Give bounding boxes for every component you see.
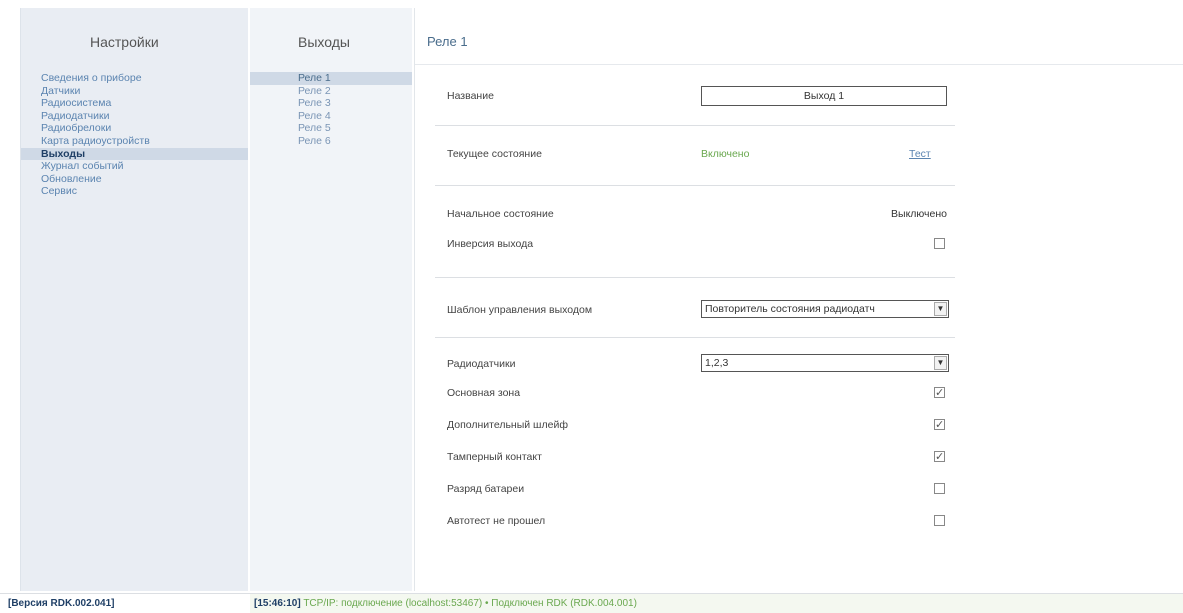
- template-group: Шаблон управления выходом Повторитель со…: [435, 278, 955, 338]
- sensors-select-value: 1,2,3: [705, 357, 729, 369]
- selftest-failed-checkbox[interactable]: [934, 515, 945, 526]
- name-group: Название Выход 1: [435, 72, 955, 126]
- settings-item-service[interactable]: Сервис: [21, 185, 248, 198]
- settings-title: Настройки: [90, 34, 159, 50]
- current-state-row: Текущее состояние Включено Тест: [447, 144, 955, 164]
- option-label: Основная зона: [447, 387, 521, 399]
- outputs-menu: Реле 1 Реле 2 Реле 3 Реле 4 Реле 5 Реле …: [250, 72, 412, 148]
- name-label: Название: [447, 90, 494, 102]
- log-time: [15:46:10]: [254, 598, 301, 609]
- template-select-value: Повторитель состояния радиодатч: [705, 303, 875, 315]
- initial-state-label: Начальное состояние: [447, 208, 554, 220]
- log-message: TCP/IP: подключение (localhost:53467) • …: [303, 598, 637, 609]
- outputs-item-relay-6[interactable]: Реле 6: [250, 135, 412, 148]
- initial-state-value[interactable]: Выключено: [891, 204, 947, 224]
- inversion-checkbox[interactable]: [934, 238, 945, 249]
- relay-detail-panel: Реле 1 Название Выход 1 Текущее состояни…: [414, 8, 1183, 591]
- settings-menu: Сведения о приборе Датчики Радиосистема …: [21, 72, 248, 198]
- connection-log: [15:46:10] TCP/IP: подключение (localhos…: [250, 594, 1183, 613]
- chevron-down-icon[interactable]: ▼: [934, 302, 947, 316]
- outputs-item-relay-3[interactable]: Реле 3: [250, 97, 412, 110]
- outputs-title: Выходы: [298, 34, 350, 50]
- settings-item-sensors[interactable]: Датчики: [21, 85, 248, 98]
- option-label: Тамперный контакт: [447, 451, 542, 463]
- settings-item-radio-sensors[interactable]: Радиодатчики: [21, 110, 248, 123]
- name-row: Название Выход 1: [447, 86, 955, 106]
- settings-panel: Настройки Сведения о приборе Датчики Рад…: [20, 8, 248, 591]
- sensors-group: Радиодатчики 1,2,3 ▼ Основная зона Допол…: [435, 338, 955, 538]
- option-label: Разряд батареи: [447, 483, 525, 495]
- current-state-group: Текущее состояние Включено Тест: [435, 126, 955, 186]
- settings-item-device-info[interactable]: Сведения о приборе: [21, 72, 248, 85]
- version-label: [Версия RDK.002.041]: [8, 598, 115, 609]
- inversion-row: Инверсия выхода: [447, 234, 955, 254]
- option-row: Тамперный контакт: [447, 447, 955, 467]
- battery-low-checkbox[interactable]: [934, 483, 945, 494]
- template-row: Шаблон управления выходом Повторитель со…: [447, 300, 955, 320]
- option-row: Разряд батареи: [447, 479, 955, 499]
- option-label: Автотест не прошел: [447, 515, 546, 527]
- status-bar: [Версия RDK.002.041] [15:46:10] TCP/IP: …: [0, 593, 1183, 613]
- test-link[interactable]: Тест: [909, 144, 931, 164]
- outputs-item-relay-5[interactable]: Реле 5: [250, 122, 412, 135]
- main-zone-checkbox[interactable]: [934, 383, 945, 403]
- current-state-label: Текущее состояние: [447, 148, 542, 160]
- title-divider: [415, 64, 1183, 65]
- outputs-panel: Выходы Реле 1 Реле 2 Реле 3 Реле 4 Реле …: [250, 8, 412, 591]
- outputs-item-relay-4[interactable]: Реле 4: [250, 110, 412, 123]
- settings-item-outputs[interactable]: Выходы: [21, 147, 248, 161]
- page-title: Реле 1: [427, 34, 468, 49]
- initial-state-row: Начальное состояние Выключено: [447, 204, 955, 224]
- name-input[interactable]: Выход 1: [701, 86, 947, 106]
- settings-item-event-log[interactable]: Журнал событий: [21, 160, 248, 173]
- option-row: Дополнительный шлейф: [447, 415, 955, 435]
- option-row: Основная зона: [447, 383, 955, 403]
- chevron-down-icon[interactable]: ▼: [934, 356, 947, 370]
- current-state-value: Включено: [701, 148, 750, 160]
- settings-item-radio-system[interactable]: Радиосистема: [21, 97, 248, 110]
- relay-form: Название Выход 1 Текущее состояние Включ…: [435, 72, 955, 538]
- sensors-select[interactable]: 1,2,3 ▼: [701, 354, 949, 372]
- tamper-checkbox[interactable]: [934, 447, 945, 467]
- extra-loop-checkbox[interactable]: [934, 415, 945, 435]
- inversion-label: Инверсия выхода: [447, 238, 534, 250]
- option-label: Дополнительный шлейф: [447, 419, 568, 431]
- sensors-label: Радиодатчики: [447, 358, 516, 370]
- sensors-row: Радиодатчики 1,2,3 ▼: [447, 354, 955, 374]
- outputs-item-relay-2[interactable]: Реле 2: [250, 85, 412, 98]
- outputs-item-relay-1[interactable]: Реле 1: [250, 72, 412, 85]
- template-label: Шаблон управления выходом: [447, 304, 593, 316]
- initial-state-group: Начальное состояние Выключено Инверсия в…: [435, 186, 955, 278]
- template-select[interactable]: Повторитель состояния радиодатч ▼: [701, 300, 949, 318]
- settings-item-update[interactable]: Обновление: [21, 173, 248, 186]
- settings-item-radio-map[interactable]: Карта радиоустройств: [21, 135, 248, 148]
- option-row: Автотест не прошел: [447, 511, 955, 531]
- settings-item-radio-keyfobs[interactable]: Радиобрелоки: [21, 122, 248, 135]
